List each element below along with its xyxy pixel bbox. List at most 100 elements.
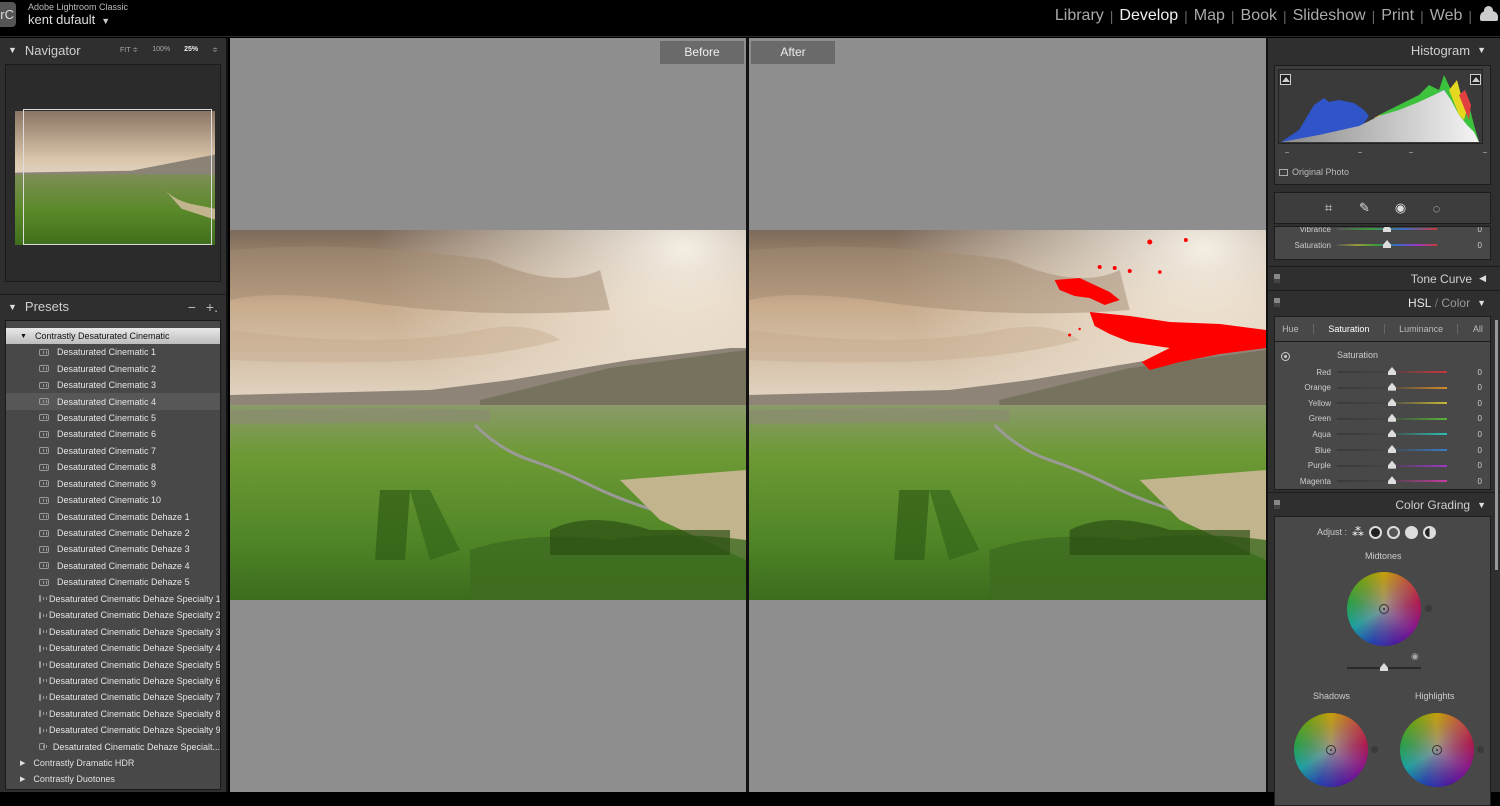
preset-item[interactable]: Desaturated Cinematic Dehaze Specialty 6 <box>6 673 220 689</box>
tone-curve-header[interactable]: Tone Curve◀ <box>1268 266 1500 290</box>
module-develop[interactable]: Develop <box>1115 7 1182 25</box>
tab-hue[interactable]: Hue <box>1282 324 1299 334</box>
preset-group-open[interactable]: ▼ Contrastly Desaturated Cinematic <box>6 328 220 344</box>
module-slideshow[interactable]: Slideshow <box>1289 7 1370 25</box>
hsl-slider-purple[interactable]: Purple0 <box>1275 460 1490 472</box>
hsl-slider-value[interactable]: 0 <box>1478 430 1482 439</box>
panel-switch-icon[interactable] <box>1274 500 1280 509</box>
targeted-adjustment-icon[interactable] <box>1281 352 1290 361</box>
preset-group[interactable]: ▶Contrastly Duotones <box>6 771 220 787</box>
vibrance-slider[interactable]: Vibrance 0 <box>1275 226 1490 235</box>
preset-item[interactable]: Desaturated Cinematic Dehaze 5 <box>6 574 220 590</box>
hsl-slider-value[interactable]: 0 <box>1478 383 1482 392</box>
hsl-slider-track[interactable] <box>1337 433 1447 435</box>
module-book[interactable]: Book <box>1237 7 1281 25</box>
checkbox-icon[interactable] <box>1279 169 1288 176</box>
module-map[interactable]: Map <box>1190 7 1229 25</box>
slider-thumb[interactable] <box>1388 398 1396 406</box>
preset-item[interactable]: Desaturated Cinematic Dehaze 2 <box>6 525 220 541</box>
navigator-preview[interactable] <box>5 64 221 282</box>
global-mode-icon[interactable] <box>1423 526 1436 539</box>
preset-group[interactable]: ▶Contrastly Faded <box>6 787 220 790</box>
zoom-25[interactable]: 25% <box>184 46 198 54</box>
preset-item[interactable]: Desaturated Cinematic Dehaze Specialty 7 <box>6 689 220 705</box>
histogram-header[interactable]: Histogram▼ <box>1268 38 1500 62</box>
hsl-slider-track[interactable] <box>1337 418 1447 420</box>
slider-thumb[interactable] <box>1388 461 1396 469</box>
histogram-graph[interactable] <box>1278 69 1483 144</box>
shadows-wheel-handle[interactable] <box>1326 745 1336 755</box>
highlight-clipping-toggle[interactable] <box>1470 74 1481 85</box>
slider-thumb[interactable] <box>1388 429 1396 437</box>
preset-group[interactable]: ▶Contrastly Dramatic HDR <box>6 755 220 771</box>
module-web[interactable]: Web <box>1426 7 1467 25</box>
shadows-luminance-dot[interactable] <box>1371 746 1378 753</box>
hsl-slider-track[interactable] <box>1337 465 1447 467</box>
hsl-slider-value[interactable]: 0 <box>1478 368 1482 377</box>
eye-icon[interactable]: ◉ <box>1411 651 1419 662</box>
hsl-slider-orange[interactable]: Orange0 <box>1275 382 1490 394</box>
right-panel-scrollbar[interactable] <box>1495 320 1498 570</box>
preset-item[interactable]: Desaturated Cinematic Dehaze Specialty 9 <box>6 722 220 738</box>
preset-item[interactable]: Desaturated Cinematic 6 <box>6 426 220 442</box>
masking-icon[interactable]: ◌ <box>1429 200 1445 216</box>
hsl-slider-value[interactable]: 0 <box>1478 446 1482 455</box>
preset-item[interactable]: Desaturated Cinematic 5 <box>6 410 220 426</box>
presets-list[interactable]: ▼ Contrastly Desaturated Cinematic Desat… <box>5 320 221 790</box>
preset-item[interactable]: Desaturated Cinematic 9 <box>6 476 220 492</box>
preset-item[interactable]: Desaturated Cinematic Dehaze Specialty 4 <box>6 640 220 656</box>
hsl-slider-value[interactable]: 0 <box>1478 461 1482 470</box>
hsl-slider-red[interactable]: Red0 <box>1275 366 1490 378</box>
hsl-slider-track[interactable] <box>1337 480 1447 482</box>
preset-item[interactable]: Desaturated Cinematic Dehaze 4 <box>6 558 220 574</box>
color-grading-header[interactable]: Color Grading▼ <box>1268 492 1500 516</box>
preset-item[interactable]: Desaturated Cinematic 2 <box>6 360 220 376</box>
saturation-value[interactable]: 0 <box>1478 241 1482 250</box>
hsl-slider-track[interactable] <box>1337 371 1447 373</box>
collapse-triangle-icon[interactable]: ▼ <box>8 45 17 55</box>
navigator-header[interactable]: ▼ Navigator FIT ≑ 100% 25% ≑ <box>0 38 226 62</box>
add-preset-button[interactable]: +. <box>206 299 218 315</box>
crop-icon[interactable]: ⌗ <box>1321 200 1337 216</box>
preset-item[interactable]: Desaturated Cinematic 1 <box>6 344 220 360</box>
hsl-slider-track[interactable] <box>1337 402 1447 404</box>
hsl-title[interactable]: HSL <box>1408 296 1431 310</box>
presets-header[interactable]: ▼ Presets − +. <box>0 294 226 318</box>
cloud-sync-icon[interactable] <box>1480 11 1498 21</box>
expand-triangle-icon[interactable]: ▶ <box>20 759 25 767</box>
shadows-mode-icon[interactable] <box>1369 526 1382 539</box>
highlights-luminance-dot[interactable] <box>1477 746 1484 753</box>
zoom-100[interactable]: 100% <box>152 46 170 54</box>
slider-thumb[interactable] <box>1388 367 1396 375</box>
zoom-fit[interactable]: FIT ≑ <box>120 46 138 54</box>
expand-triangle-icon[interactable]: ◀ <box>1479 273 1486 284</box>
slider-thumb[interactable] <box>1388 445 1396 453</box>
saturation-slider[interactable]: Saturation 0 <box>1275 239 1490 251</box>
highlights-mode-icon[interactable] <box>1405 526 1418 539</box>
tab-luminance[interactable]: Luminance <box>1399 324 1443 334</box>
red-eye-icon[interactable]: ◉ <box>1393 200 1409 216</box>
preset-item[interactable]: Desaturated Cinematic Dehaze Specialty 2 <box>6 607 220 623</box>
preset-item[interactable]: Desaturated Cinematic Dehaze Specialty 3 <box>6 623 220 639</box>
vibrance-value[interactable]: 0 <box>1478 226 1482 234</box>
slider-thumb[interactable] <box>1388 383 1396 391</box>
remove-preset-button[interactable]: − <box>188 299 196 315</box>
module-library[interactable]: Library <box>1051 7 1108 25</box>
preset-item[interactable]: Desaturated Cinematic Dehaze 3 <box>6 541 220 557</box>
module-print[interactable]: Print <box>1377 7 1418 25</box>
identity-plate[interactable]: kent dufault▼ <box>28 12 110 27</box>
expand-triangle-icon[interactable]: ▼ <box>20 333 27 340</box>
before-pane[interactable]: Before <box>230 38 746 792</box>
hsl-slider-value[interactable]: 0 <box>1478 399 1482 408</box>
preset-item[interactable]: Desaturated Cinematic Dehaze Specialt... <box>6 739 220 755</box>
after-photo[interactable] <box>749 230 1266 600</box>
hsl-slider-value[interactable]: 0 <box>1478 477 1482 486</box>
preset-item[interactable]: Desaturated Cinematic 10 <box>6 492 220 508</box>
slider-thumb[interactable] <box>1388 476 1396 484</box>
zoom-more[interactable]: ≑ <box>212 46 218 54</box>
panel-switch-icon[interactable] <box>1274 274 1280 283</box>
healing-icon[interactable]: ✎ <box>1357 200 1373 216</box>
collapse-triangle-icon[interactable]: ▼ <box>1477 500 1486 510</box>
preset-item[interactable]: Desaturated Cinematic Dehaze 1 <box>6 508 220 524</box>
preset-item[interactable]: Desaturated Cinematic Dehaze Specialty 8 <box>6 706 220 722</box>
